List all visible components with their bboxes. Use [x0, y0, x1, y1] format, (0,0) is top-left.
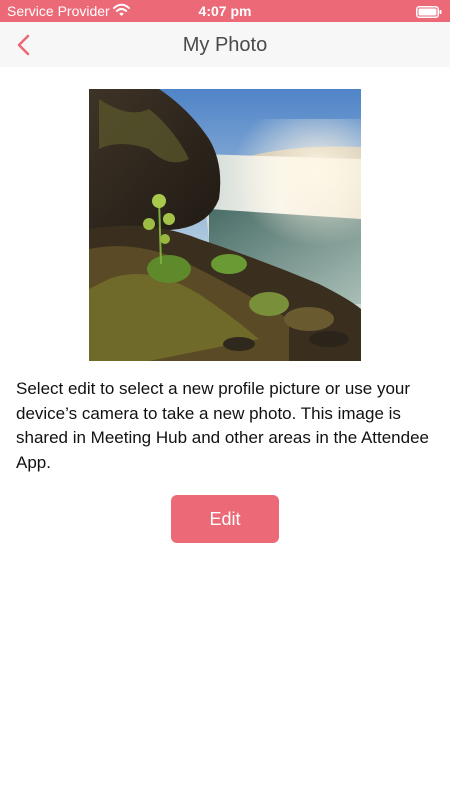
- navigation-bar: My Photo: [0, 22, 450, 67]
- description-text: Select edit to select a new profile pict…: [16, 379, 430, 472]
- edit-button[interactable]: Edit: [171, 495, 279, 543]
- profile-photo: [89, 89, 361, 361]
- page-title: My Photo: [182, 34, 268, 56]
- status-time: 4:07 pm: [198, 3, 252, 19]
- status-bar: Service Provider 4:07 pm: [0, 0, 450, 22]
- battery-icon: [416, 5, 442, 18]
